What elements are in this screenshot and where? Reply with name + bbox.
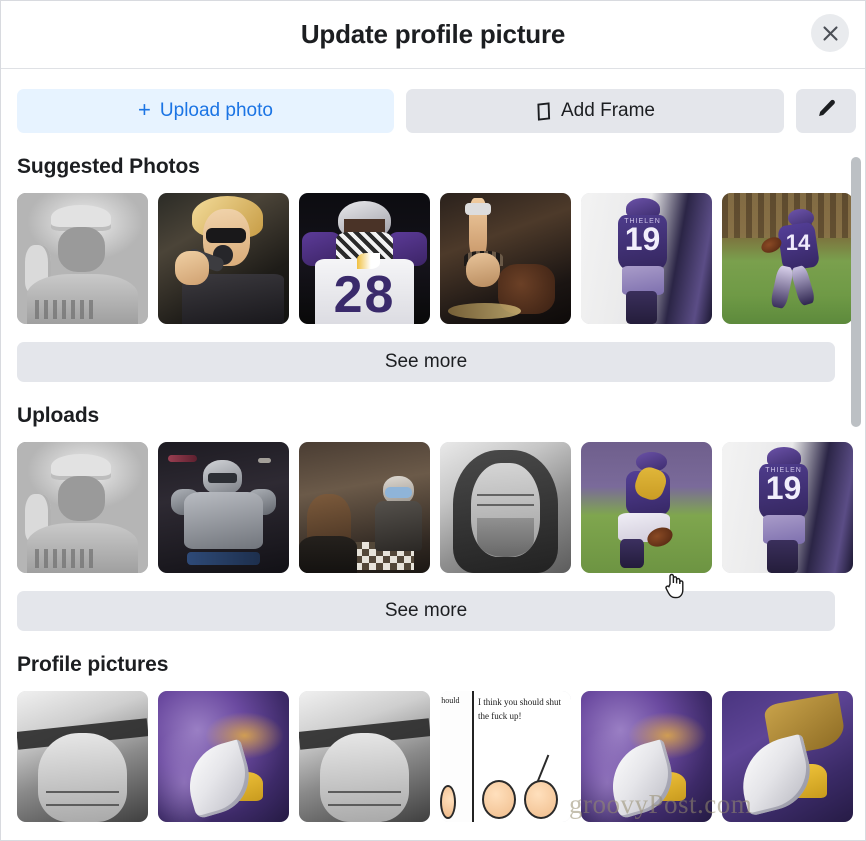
comic-left-text: hould (441, 696, 460, 706)
section-suggested-photos: Suggested Photos 28 THIELEN 19 14 See mo… (17, 155, 853, 382)
thumb-cropped-face-glasses[interactable] (17, 691, 148, 822)
section-title: Uploads (17, 404, 100, 427)
plus-icon: + (138, 97, 151, 122)
section-title: Profile pictures (17, 653, 169, 676)
comic-main-text: I think you should shut the fuck up! (477, 697, 561, 721)
thumbnail-grid: 28 THIELEN 19 14 (17, 193, 853, 324)
thumb-man-beanie-grayscale[interactable] (17, 442, 148, 573)
thumb-comic-strip[interactable]: hould I think you should shut the fuck u… (440, 691, 571, 822)
section-uploads: Uploads THIELEN 19 See more (17, 404, 853, 631)
jersey-number: 19 (765, 470, 802, 507)
upload-photo-label: Upload photo (159, 100, 273, 121)
thumb-football-player-19-back[interactable]: THIELEN 19 (581, 193, 712, 324)
thumb-vikings-helmet-gold[interactable] (722, 691, 853, 822)
section-title: Suggested Photos (17, 155, 200, 178)
thumb-football-player-14-running[interactable]: 14 (722, 193, 853, 324)
add-frame-label: Add Frame (561, 100, 655, 121)
thumb-blonde-singer-sunglasses[interactable] (158, 193, 289, 324)
jersey-number: 14 (785, 230, 811, 256)
edit-button[interactable] (796, 89, 856, 133)
vertical-scrollbar[interactable] (850, 73, 862, 839)
thumb-football-player-19-back[interactable]: THIELEN 19 (722, 442, 853, 573)
see-more-uploads-button[interactable]: See more (17, 591, 835, 631)
thumb-cropped-face-glasses[interactable] (299, 691, 430, 822)
see-more-suggested-button[interactable]: See more (17, 342, 835, 382)
scrollbar-thumb[interactable] (851, 157, 861, 427)
dialog-header: Update profile picture (1, 1, 865, 69)
jersey-number: 28 (333, 266, 396, 324)
thumbnail-grid: THIELEN 19 (17, 442, 853, 573)
thumb-vikings-logo-purple[interactable] (158, 691, 289, 822)
thumbnail-grid: hould I think you should shut the fuck u… (17, 691, 853, 822)
jersey-number: 19 (624, 221, 661, 258)
thumb-player-kneeling[interactable] (581, 442, 712, 573)
dialog-title: Update profile picture (300, 19, 566, 49)
section-profile-pictures: Profile pictures hould I think you shoul… (17, 653, 853, 822)
pencil-icon (816, 98, 837, 125)
thumb-chess-match[interactable] (299, 442, 430, 573)
add-frame-button[interactable]: Add Frame (406, 89, 784, 133)
thumb-drummer-raised-arm[interactable] (440, 193, 571, 324)
thumb-football-player-28[interactable]: 28 (299, 193, 430, 324)
dialog-scroll-body: + Upload photo Add Frame Suggested Photo… (1, 69, 865, 840)
frame-icon (535, 101, 552, 121)
photo-toolbar: + Upload photo Add Frame (17, 69, 856, 133)
upload-photo-button[interactable]: + Upload photo (17, 89, 394, 133)
update-profile-picture-dialog: Update profile picture + Upload photo Ad… (0, 0, 866, 841)
close-icon (821, 24, 840, 43)
close-button[interactable] (811, 14, 849, 52)
thumb-selfie-hoodie-glasses[interactable] (440, 442, 571, 573)
thumb-mandalorian[interactable] (158, 442, 289, 573)
thumb-man-beanie-grayscale[interactable] (17, 193, 148, 324)
thumb-vikings-logo-purple[interactable] (581, 691, 712, 822)
